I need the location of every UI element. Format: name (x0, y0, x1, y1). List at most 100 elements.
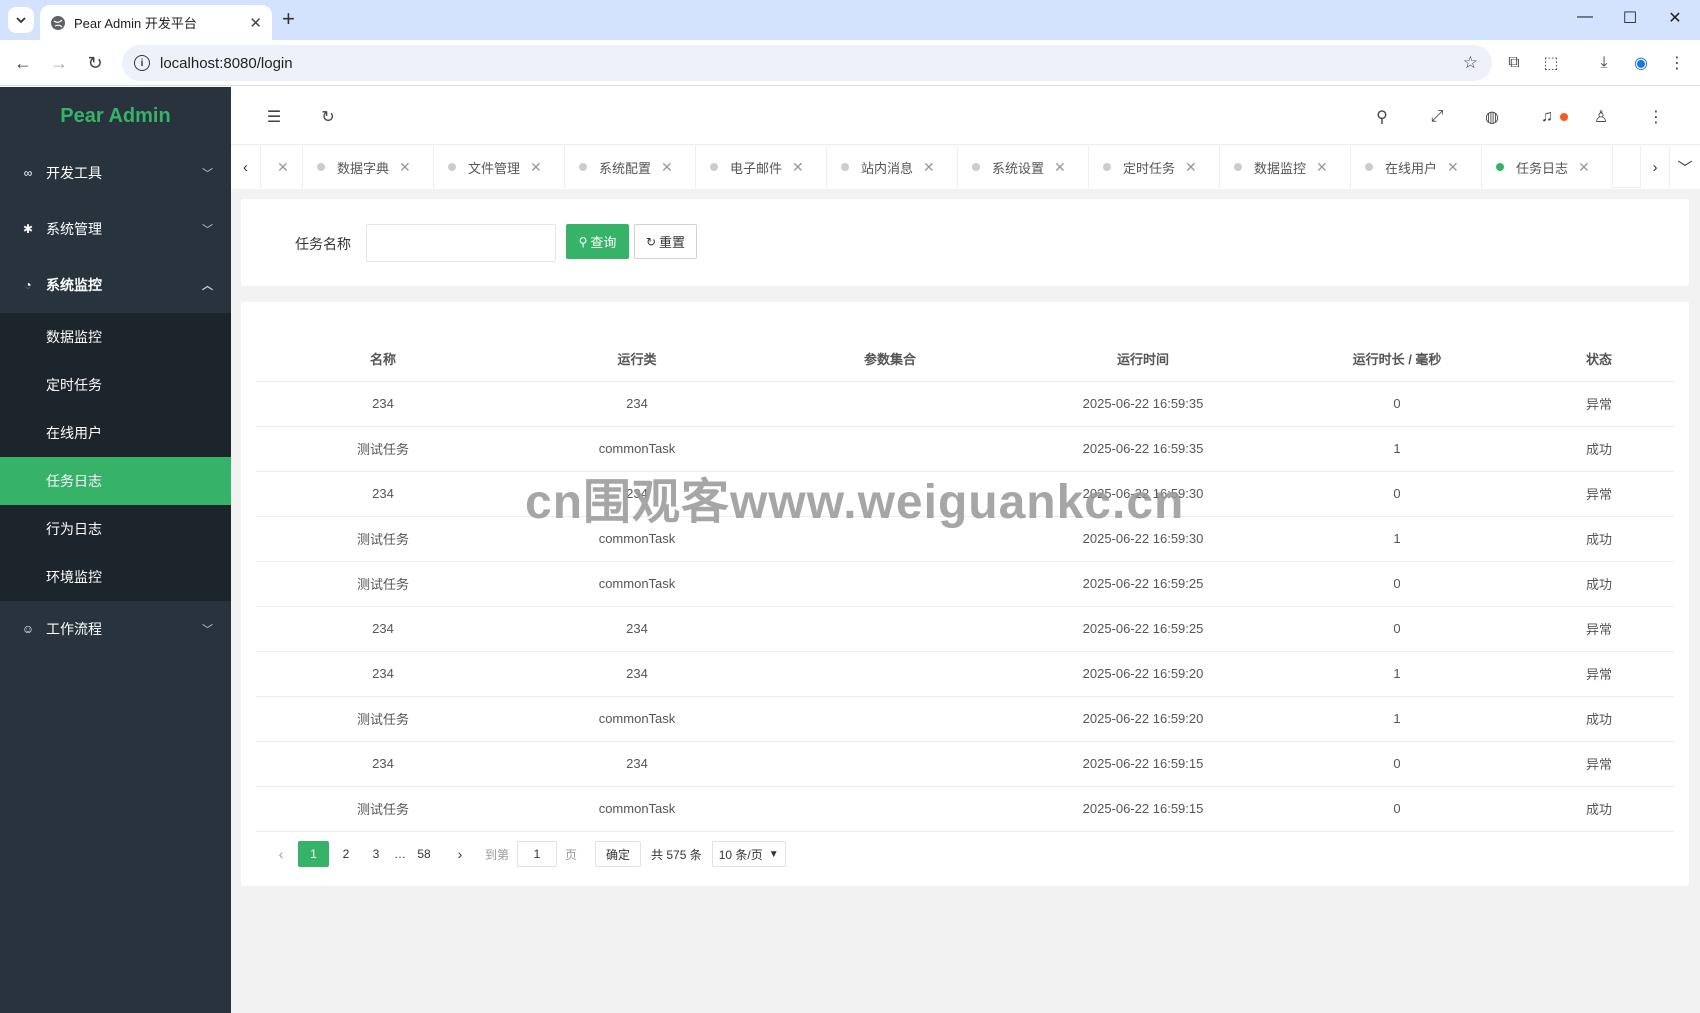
close-icon[interactable]: ✕ (399, 159, 411, 176)
download-icon[interactable]: ⤓ (1593, 52, 1615, 74)
sidebar-item-env-monitor[interactable]: 环境监控 (0, 553, 231, 601)
sidebar-item-online-users[interactable]: 在线用户 (0, 409, 231, 457)
close-icon[interactable]: ✕ (792, 159, 804, 176)
tab-config[interactable]: 系统配置 ✕ (565, 146, 696, 188)
page-size-select[interactable]: 10 条/页 ▼ (711, 841, 786, 867)
fullscreen-icon[interactable]: ⤢ (1426, 106, 1448, 128)
close-icon[interactable]: ✕ (1185, 159, 1197, 176)
cell-run-time: 2025-06-22 16:59:20 (1016, 651, 1270, 697)
refresh-icon[interactable]: ↻ (317, 106, 339, 128)
goto-page-input[interactable]: 1 (517, 841, 558, 867)
language-globe-icon[interactable]: ◍ (1481, 106, 1503, 128)
tabs-scroll-right-icon[interactable]: › (1640, 146, 1670, 188)
menu-group-dev-tools[interactable]: ∞ 开发工具 ﹀ (0, 145, 231, 201)
tab-email[interactable]: 电子邮件 ✕ (696, 146, 827, 188)
sidebar-item-behavior-log[interactable]: 行为日志 (0, 505, 231, 553)
page-button[interactable]: 2 (333, 841, 359, 867)
query-button[interactable]: ⚲ 查询 (566, 224, 629, 259)
menu-group-label: 系统监控 (46, 277, 102, 293)
tab-label: 站内消息 (861, 160, 914, 176)
column-header: 参数集合 (764, 336, 1016, 382)
profile-icon[interactable]: ◉ (1630, 52, 1652, 74)
cell-duration: 0 (1270, 786, 1524, 832)
tabs-scroll-left-icon[interactable]: ‹ (231, 146, 261, 188)
menu-group-label: 工作流程 (46, 621, 102, 637)
bookmark-star-icon[interactable]: ☆ (1463, 53, 1478, 73)
cell-status: 成功 (1524, 561, 1674, 607)
tab-dot (972, 163, 980, 171)
cell-class: 234 (510, 741, 764, 787)
cell-params (764, 786, 1016, 832)
menu-group-workflow[interactable]: ☺ 工作流程 ﹀ (0, 601, 231, 657)
tab-search-button[interactable] (8, 7, 34, 33)
close-icon[interactable]: ✕ (1054, 159, 1066, 176)
sidebar-item-scheduled-tasks[interactable]: 定时任务 (0, 361, 231, 409)
goto-confirm-button[interactable]: 确定 (595, 841, 642, 867)
close-tab-icon[interactable]: ✕ (249, 14, 262, 32)
tab-settings[interactable]: 系统设置 ✕ (958, 146, 1089, 188)
reload-icon[interactable]: ↻ (84, 52, 106, 74)
tab-data-monitor[interactable]: 数据监控 ✕ (1220, 146, 1351, 188)
close-icon[interactable]: ✕ (661, 159, 673, 176)
tab-label: 系统配置 (599, 160, 652, 176)
tab-scheduled-tasks[interactable]: 定时任务 ✕ (1089, 146, 1220, 188)
cell-duration: 0 (1270, 606, 1524, 652)
cell-params (764, 741, 1016, 787)
tab-messages[interactable]: 站内消息 ✕ (827, 146, 958, 188)
menu-group-system-monitor[interactable]: ◔ 系统监控 ︿ (0, 257, 231, 313)
next-page-icon[interactable]: › (447, 841, 473, 867)
close-icon[interactable]: ✕ (1316, 159, 1328, 176)
minimize-icon[interactable]: — (1573, 8, 1597, 26)
close-icon[interactable]: ✕ (530, 159, 542, 176)
cell-status: 成功 (1524, 516, 1674, 562)
tab-dict[interactable]: 数据字典 ✕ (303, 146, 434, 188)
tab-partial[interactable]: ✕ (261, 146, 303, 188)
sidebar-item-task-log[interactable]: 任务日志 (0, 457, 231, 505)
tab-dot (1234, 163, 1242, 171)
tab-files[interactable]: 文件管理 ✕ (434, 146, 565, 188)
sidebar-item-data-monitor[interactable]: 数据监控 (0, 313, 231, 361)
cell-duration: 0 (1270, 471, 1524, 517)
window-close-icon[interactable]: ✕ (1663, 8, 1687, 28)
browser-tab-active[interactable]: Pear Admin 开发平台 ✕ (40, 5, 272, 40)
site-info-icon[interactable]: i (134, 55, 150, 71)
more-icon[interactable]: ⋮ (1645, 106, 1667, 128)
tab-dot (448, 163, 456, 171)
forward-icon[interactable]: → (48, 52, 70, 74)
tab-task-log[interactable]: 任务日志 ✕ (1482, 146, 1613, 188)
maximize-icon[interactable]: ☐ (1618, 8, 1642, 28)
table-row: 测试任务 commonTask 2025-06-22 16:59:25 0 成功 (256, 561, 1674, 607)
tab-label: 数据监控 (1254, 160, 1307, 176)
tab-online-users[interactable]: 在线用户 ✕ (1351, 146, 1482, 188)
address-bar[interactable]: i localhost:8080/login ☆ (122, 45, 1492, 81)
close-icon[interactable]: ✕ (1578, 159, 1590, 176)
search-icon[interactable]: ⚲ (1371, 106, 1393, 128)
user-icon[interactable]: ♙ (1590, 106, 1612, 128)
page-button-current[interactable]: 1 (298, 841, 329, 867)
cell-status: 成功 (1524, 696, 1674, 742)
close-icon[interactable]: ✕ (1447, 159, 1459, 176)
column-header: 名称 (256, 336, 510, 382)
close-icon[interactable]: ✕ (277, 159, 289, 176)
menu-group-system-admin[interactable]: ✱ 系统管理 ﹀ (0, 201, 231, 257)
browser-menu-icon[interactable]: ⋮ (1666, 52, 1688, 74)
url-text: localhost:8080/login (160, 54, 293, 72)
new-tab-button[interactable]: + (282, 8, 295, 30)
prev-page-icon[interactable]: ‹ (268, 841, 294, 867)
menu-toggle-icon[interactable]: ☰ (263, 106, 285, 128)
close-icon[interactable]: ✕ (923, 159, 935, 176)
bell-icon[interactable]: ♫ (1536, 106, 1558, 128)
back-icon[interactable]: ← (12, 52, 34, 74)
tab-dot (1103, 163, 1111, 171)
page-button[interactable]: 3 (363, 841, 389, 867)
app-logo[interactable]: Pear Admin (0, 87, 231, 145)
tabs-dropdown-icon[interactable]: ﹀ (1670, 146, 1700, 188)
search-icon: ⚲ (578, 234, 588, 249)
extensions-icon[interactable]: ⬚ (1540, 52, 1562, 74)
task-name-input[interactable] (366, 224, 556, 262)
reset-button[interactable]: ↻ 重置 (634, 224, 697, 259)
tab-dot (579, 163, 587, 171)
cell-class: 234 (510, 381, 764, 427)
page-button-last[interactable]: 58 (411, 841, 437, 867)
screenshot-icon[interactable]: ⧉ (1503, 52, 1525, 74)
